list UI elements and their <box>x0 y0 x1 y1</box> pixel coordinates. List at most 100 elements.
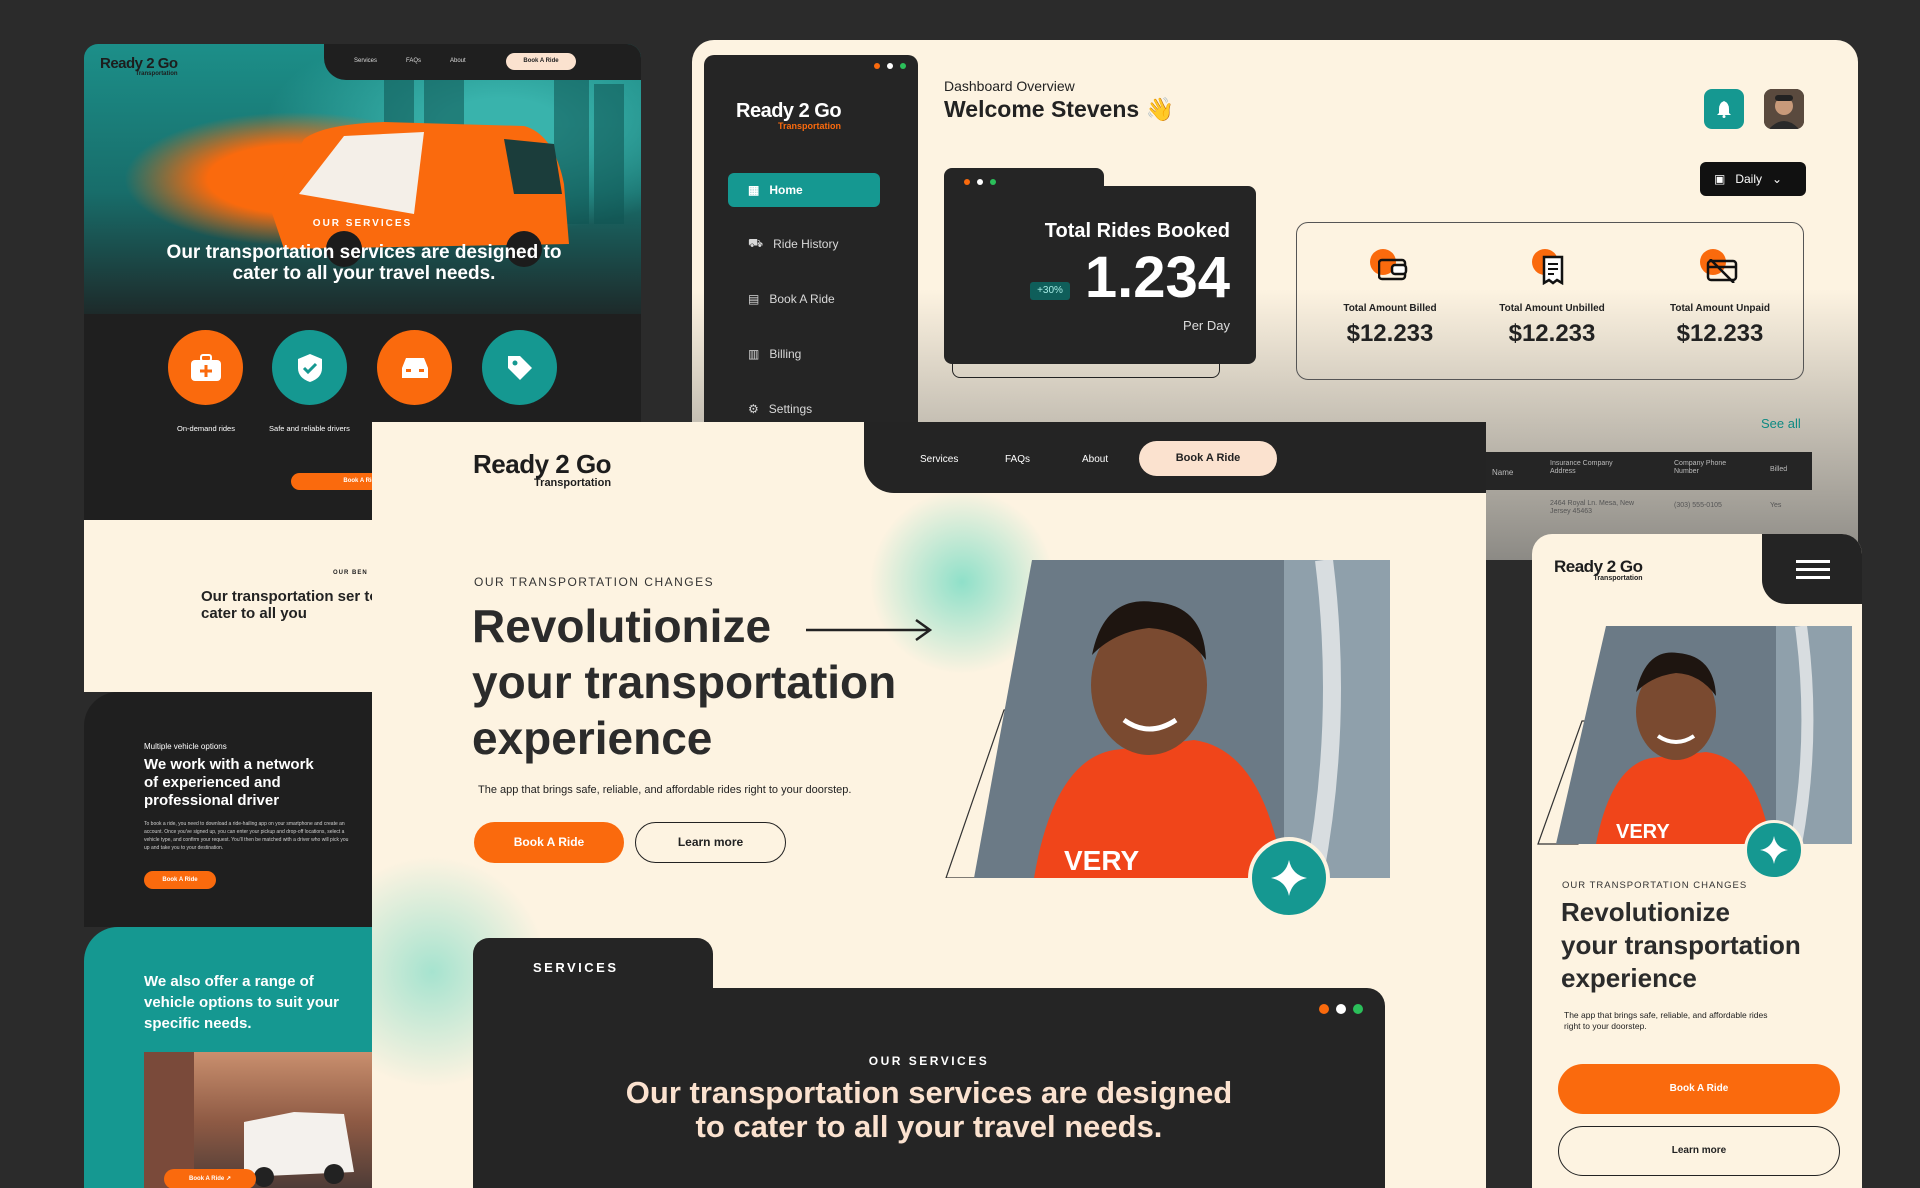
feature-tag-circle <box>482 330 557 405</box>
wallet-icon <box>1378 258 1408 281</box>
total-rides-value: 1.234 <box>1084 245 1230 310</box>
sparkle-icon <box>1271 860 1307 896</box>
change-badge: +30% <box>1030 282 1070 300</box>
range-book-button[interactable]: Book A Ride ↗ <box>164 1169 256 1188</box>
nav-services[interactable]: Services <box>354 58 377 64</box>
control-dot[interactable] <box>887 63 893 69</box>
sidebar-item-home[interactable]: ▦ Home <box>728 173 880 207</box>
sidebar-item-ride-history[interactable]: ⛟ Ride History <box>728 227 880 261</box>
hamburger-line <box>1796 560 1830 563</box>
control-dot[interactable] <box>1353 1004 1363 1014</box>
welcome-text: Welcome Stevens <box>944 96 1140 122</box>
sidebar-item-billing[interactable]: ▥ Billing <box>728 337 880 371</box>
stat-label: Total Amount Unpaid <box>1670 303 1770 314</box>
nav-book-button[interactable]: Book A Ride <box>1139 441 1277 476</box>
hero-book-button[interactable]: Book A Ride <box>474 822 624 863</box>
sidebar-label: Settings <box>768 402 813 416</box>
mobile-mockup: Ready 2 Go Transportation VERY OUR TRANS… <box>1532 534 1862 1188</box>
sparkle-icon <box>1760 836 1788 864</box>
mobile-overline: OUR TRANSPORTATION CHANGES <box>1562 880 1748 891</box>
logo-text: Ready 2 Go <box>100 55 178 72</box>
sidebar-label: Home <box>769 183 803 197</box>
benefits-section: OUR BEN Our transportation ser to cater … <box>84 520 379 692</box>
nav-faqs[interactable]: FAQs <box>406 58 421 64</box>
car-icon: ⛟ <box>748 236 764 250</box>
shield-check-icon <box>297 353 322 382</box>
mobile-subtext: The app that brings safe, reliable, and … <box>1564 1010 1768 1031</box>
window-controls <box>874 63 906 69</box>
dash-logo[interactable]: Ready 2 Go Transportation <box>736 101 842 131</box>
stat-unpaid: Total Amount Unpaid $12.233 <box>1655 249 1785 348</box>
headline-text: Revolutionize <box>472 600 772 652</box>
mobile-logo[interactable]: Ready 2 Go Transportation <box>1554 558 1643 582</box>
receipt-icon <box>1542 255 1564 285</box>
vehicle-title: We work with a network of experienced an… <box>144 756 314 809</box>
waving-hand-icon: 👋 <box>1145 96 1175 122</box>
bell-icon <box>1717 101 1731 118</box>
table-header-cell: Insurance Company Address <box>1550 460 1613 475</box>
nav-services[interactable]: Services <box>920 454 958 465</box>
services-headline-line: Our transportation services are designed <box>625 1075 1233 1110</box>
control-dot[interactable] <box>900 63 906 69</box>
landing-nav: Services FAQs About Book A Ride <box>864 422 1486 493</box>
section-headline: Our transportation services are designed… <box>166 242 562 284</box>
range-section: We also offer a range of vehicle options… <box>84 927 374 1188</box>
avatar[interactable] <box>1764 89 1804 129</box>
headline-line: your transportation <box>1561 930 1801 960</box>
van-photo-illustration <box>144 1052 354 1188</box>
sidebar-item-book-ride[interactable]: ▤ Book A Ride <box>728 282 880 316</box>
range-text: We also offer a range of vehicle options… <box>144 973 340 1032</box>
hamburger-line <box>1796 576 1830 579</box>
hero-learn-more-button[interactable]: Learn more <box>635 822 786 863</box>
mobile-logo-tagline: Transportation <box>1593 575 1643 582</box>
card-off-icon <box>1706 259 1738 283</box>
sidebar-item-settings[interactable]: ⚙ Settings <box>728 392 880 426</box>
see-all-link[interactable]: See all <box>1761 416 1801 431</box>
control-dot[interactable] <box>874 63 880 69</box>
control-dot[interactable] <box>1336 1004 1346 1014</box>
grid-icon: ▦ <box>748 183 760 197</box>
range-book-label: Book A Ride <box>189 1176 225 1182</box>
landing-logo[interactable]: Ready 2 Go Transportation <box>473 451 612 489</box>
mobile-book-button[interactable]: Book A Ride <box>1558 1064 1840 1114</box>
svg-text:VERY: VERY <box>1064 845 1140 876</box>
total-rides-unit: Per Day <box>1183 318 1230 333</box>
section-label: OUR SERVICES <box>312 218 413 229</box>
feature-car-circle <box>377 330 452 405</box>
hero-headline: Revolutionize your transportation experi… <box>472 598 934 766</box>
card-dot <box>977 179 983 185</box>
nav-faqs[interactable]: FAQs <box>1005 454 1030 465</box>
hamburger-line <box>1796 568 1830 571</box>
services-panel: OUR SERVICES Our transportation services… <box>473 988 1385 1188</box>
stat-icon-wrap <box>1370 249 1410 289</box>
period-select[interactable]: ▣ Daily ⌄ <box>1700 162 1806 196</box>
mobile-sparkle-badge <box>1744 820 1804 880</box>
stat-unbilled: Total Amount Unbilled $12.233 <box>1487 249 1617 348</box>
total-rides-card: Total Rides Booked 1.234 +30% Per Day <box>944 186 1256 364</box>
feature-medical-circle <box>168 330 243 405</box>
control-dot[interactable] <box>1319 1004 1329 1014</box>
stat-icon-wrap <box>1532 249 1572 289</box>
calendar-icon: ▣ <box>1714 172 1726 186</box>
nav-about[interactable]: About <box>1082 454 1108 465</box>
card-dot <box>964 179 970 185</box>
table-row[interactable]: 2464 Royal Ln. Mesa, New Jersey 45463 (3… <box>1484 500 1812 530</box>
table-header: Name Insurance Company Address Company P… <box>1484 452 1812 490</box>
hero-subtext: The app that brings safe, reliable, and … <box>478 784 852 796</box>
nav-book-button[interactable]: Book A Ride <box>506 53 576 70</box>
table-header-cell: Billed <box>1770 466 1788 473</box>
services-headline-line: to cater to all your travel needs. <box>695 1109 1163 1144</box>
receipt-icon: ▥ <box>748 347 760 361</box>
notifications-button[interactable] <box>1704 89 1744 129</box>
logo[interactable]: Ready 2 Go Transportation <box>100 56 178 77</box>
services-headline: Our transportation services are designed… <box>473 1076 1385 1144</box>
hamburger-icon[interactable] <box>1796 560 1830 579</box>
svg-text:VERY: VERY <box>1616 821 1670 843</box>
mobile-learn-more-button[interactable]: Learn more <box>1558 1126 1840 1176</box>
sidebar-label: Ride History <box>773 237 839 251</box>
vehicle-book-button[interactable]: Book A Ride <box>144 871 216 889</box>
services-label: OUR SERVICES <box>868 1054 990 1068</box>
dashboard-overline: Dashboard Overview <box>944 78 1075 94</box>
nav-about[interactable]: About <box>450 58 466 64</box>
vehicle-body: To book a ride, you need to download a r… <box>144 821 349 851</box>
